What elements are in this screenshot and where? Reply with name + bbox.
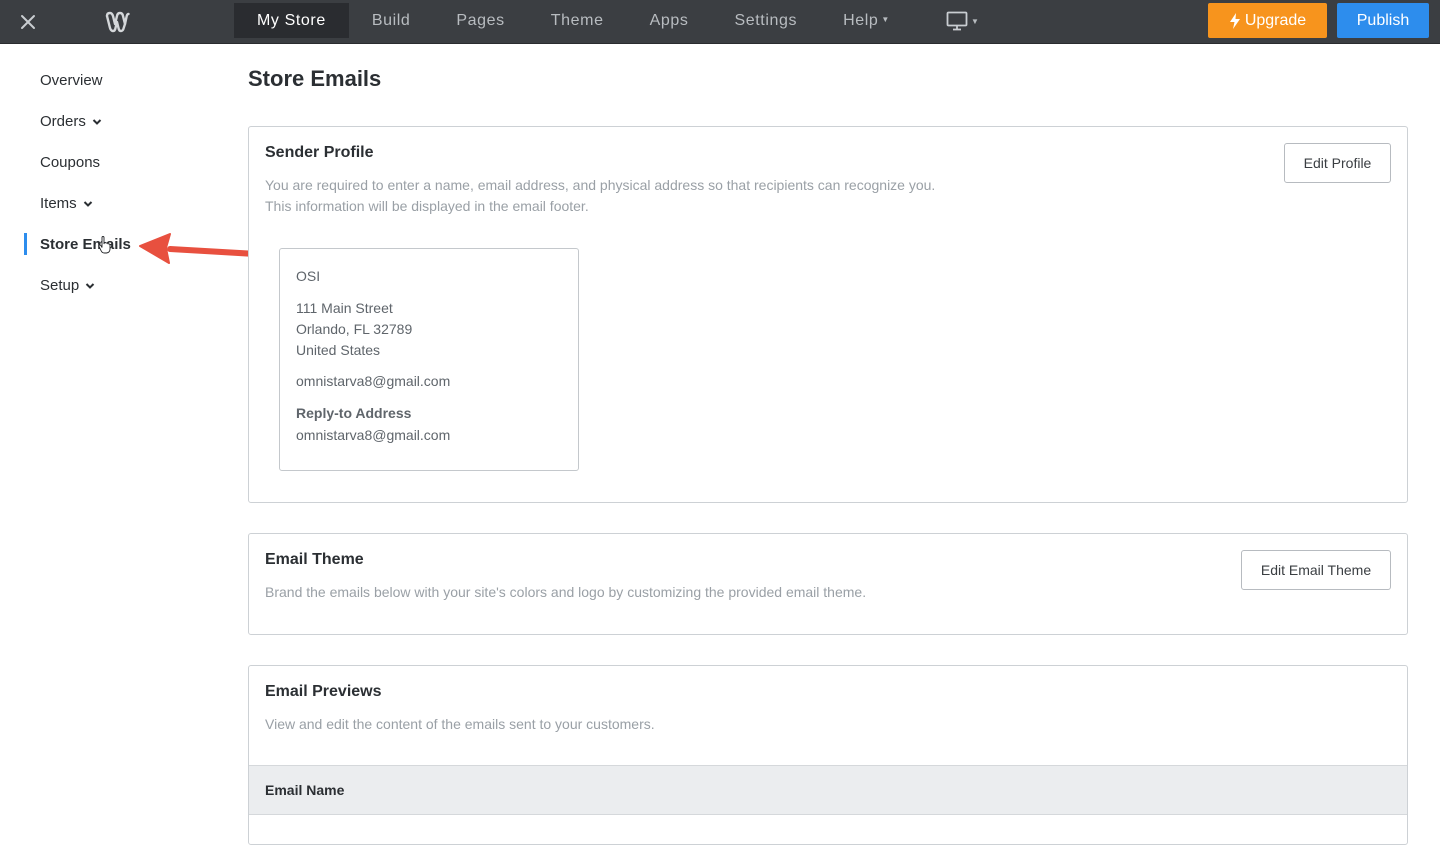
sidebar-item-label: Overview [40, 72, 103, 89]
close-button[interactable] [14, 8, 42, 36]
desktop-icon [946, 11, 968, 31]
chevron-down-icon [83, 200, 92, 207]
weebly-logo[interactable] [102, 8, 132, 36]
email-previews-card: Email Previews View and edit the content… [248, 665, 1408, 845]
nav-build-label: Build [371, 11, 411, 29]
nav-help[interactable]: Help ▼ [820, 3, 913, 38]
sender-profile-card: Sender Profile You are required to enter… [248, 126, 1408, 503]
sidebar-item-label: Store Emails [40, 236, 131, 253]
publish-button[interactable]: Publish [1337, 3, 1429, 38]
nav-settings-label: Settings [734, 11, 798, 29]
edit-email-theme-button[interactable]: Edit Email Theme [1241, 550, 1391, 590]
sender-profile-description: You are required to enter a name, email … [265, 175, 935, 217]
nav-theme-label: Theme [550, 11, 604, 29]
hand-cursor-icon [98, 236, 111, 254]
top-bar: My Store Build Pages Theme Apps Settings… [0, 0, 1440, 44]
nav-pages[interactable]: Pages [433, 3, 527, 38]
sender-country: United States [296, 342, 381, 358]
sender-street: 111 Main Street [296, 300, 393, 316]
edit-email-theme-label: Edit Email Theme [1260, 562, 1372, 578]
page-title: Store Emails [248, 66, 382, 91]
sidebar-item-label: Items [40, 195, 77, 212]
nav-theme[interactable]: Theme [528, 3, 627, 38]
sender-profile-title: Sender Profile [265, 144, 374, 161]
reply-to-email: omnistarva8@gmail.com [296, 427, 451, 443]
sender-name: OSI [296, 268, 321, 284]
edit-profile-label: Edit Profile [1303, 155, 1372, 171]
caret-down-icon: ▼ [971, 16, 979, 26]
sidebar-item-coupons[interactable]: Coupons [40, 154, 100, 171]
email-previews-description: View and edit the content of the emails … [265, 716, 655, 732]
email-theme-card: Email Theme Brand the emails below with … [248, 533, 1408, 635]
nav-help-label: Help [843, 11, 879, 29]
chevron-down-icon [85, 282, 95, 289]
edit-profile-button[interactable]: Edit Profile [1284, 143, 1391, 183]
upgrade-label: Upgrade [1244, 11, 1307, 29]
sidebar: Overview Orders Coupons Items Store Emai… [0, 45, 220, 832]
sender-email: omnistarva8@gmail.com [296, 373, 451, 389]
sender-profile-desc-line1: You are required to enter a name, email … [265, 177, 936, 193]
sidebar-item-label: Orders [40, 113, 86, 130]
chevron-down-icon [92, 118, 102, 125]
sidebar-item-store-emails[interactable]: Store Emails [40, 236, 131, 253]
caret-down-icon: ▼ [881, 15, 890, 24]
sidebar-item-label: Setup [40, 277, 80, 294]
close-icon [21, 15, 35, 29]
sender-city: Orlando, FL 32789 [296, 321, 413, 337]
email-theme-description: Brand the emails below with your site's … [265, 584, 867, 600]
nav-settings[interactable]: Settings [711, 3, 820, 38]
email-previews-title: Email Previews [265, 683, 382, 700]
sidebar-item-items[interactable]: Items [40, 195, 93, 212]
sender-profile-desc-line2: This information will be displayed in th… [265, 198, 589, 214]
column-header-email-name[interactable]: Email Name [265, 782, 344, 798]
publish-label: Publish [1356, 11, 1410, 29]
active-indicator [24, 233, 27, 255]
nav-apps-label: Apps [649, 11, 689, 29]
sidebar-item-label: Coupons [40, 154, 101, 171]
sidebar-item-orders[interactable]: Orders [40, 113, 102, 130]
lightning-icon [1229, 12, 1240, 29]
annotation-arrow-icon [139, 233, 259, 264]
weebly-logo-icon [105, 11, 130, 33]
sidebar-item-setup[interactable]: Setup [40, 277, 95, 294]
nav-build[interactable]: Build [349, 3, 434, 38]
nav-pages-label: Pages [456, 11, 505, 29]
device-preview-button[interactable]: ▼ [946, 7, 979, 35]
reply-to-label: Reply-to Address [296, 405, 412, 421]
email-theme-title: Email Theme [265, 551, 364, 568]
sender-profile-preview: OSI 111 Main Street Orlando, FL 32789 Un… [279, 248, 579, 471]
upgrade-button[interactable]: Upgrade [1208, 3, 1327, 38]
nav-my-store[interactable]: My Store [234, 3, 349, 38]
nav-my-store-label: My Store [257, 11, 326, 29]
email-previews-table-header: Email Name [249, 765, 1407, 815]
main-nav: My Store Build Pages Theme Apps Settings… [234, 3, 913, 38]
sidebar-item-overview[interactable]: Overview [40, 72, 103, 89]
nav-apps[interactable]: Apps [627, 3, 712, 38]
